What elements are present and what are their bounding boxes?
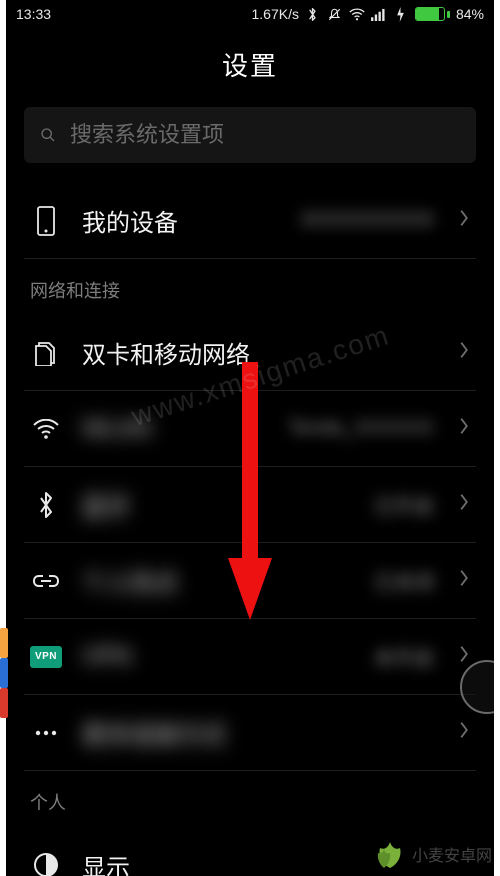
edge-decoration bbox=[0, 688, 8, 718]
row-label: 显示 bbox=[82, 848, 130, 876]
dnd-icon bbox=[327, 6, 343, 22]
section-personal-label: 个人 bbox=[24, 771, 476, 827]
row-bluetooth[interactable]: 蓝牙 已开启 bbox=[24, 467, 476, 543]
status-time: 13:33 bbox=[16, 6, 51, 22]
chevron-right-icon bbox=[458, 491, 470, 518]
chevron-right-icon bbox=[458, 415, 470, 442]
row-display[interactable]: 显示 bbox=[24, 827, 476, 876]
brightness-icon bbox=[30, 852, 62, 876]
page-title: 设置 bbox=[6, 28, 494, 107]
row-label: 我的设备 bbox=[82, 203, 178, 238]
wifi-icon bbox=[349, 6, 365, 22]
row-value: 未开启 bbox=[151, 642, 438, 671]
more-icon bbox=[30, 729, 62, 737]
row-value: 已关闭 bbox=[198, 566, 438, 595]
row-more-connections[interactable]: 更多连接方式 bbox=[24, 695, 476, 771]
bluetooth-icon bbox=[305, 6, 321, 22]
row-wlan[interactable]: WLAN Tenda_XXXXXX bbox=[24, 391, 476, 467]
chevron-right-icon bbox=[458, 567, 470, 594]
bluetooth-icon bbox=[30, 491, 62, 519]
battery-icon bbox=[415, 7, 450, 21]
settings-list[interactable]: 我的设备 XXXXXXXXXX 网络和连接 双卡和移动网络 WLAN Tenda… bbox=[6, 183, 494, 876]
row-value: 已开启 bbox=[150, 490, 438, 519]
row-value: XXXXXXXXXX bbox=[198, 209, 438, 232]
row-hotspot[interactable]: 个人热点 已关闭 bbox=[24, 543, 476, 619]
row-label: 更多连接方式 bbox=[82, 715, 226, 750]
row-label: 个人热点 bbox=[82, 563, 178, 598]
search-icon bbox=[40, 127, 56, 143]
row-my-device[interactable]: 我的设备 XXXXXXXXXX bbox=[24, 183, 476, 259]
edge-decoration bbox=[0, 658, 8, 688]
chevron-right-icon bbox=[458, 719, 470, 746]
settings-screen: 13:33 1.67K/s 84% 设置 bbox=[6, 0, 494, 876]
row-vpn[interactable]: VPN VPN 未开启 bbox=[24, 619, 476, 695]
status-netspeed: 1.67K/s bbox=[251, 6, 298, 22]
row-label: WLAN bbox=[82, 415, 151, 443]
row-value: Tenda_XXXXXX bbox=[171, 417, 438, 440]
row-label: 蓝牙 bbox=[82, 487, 130, 522]
phone-icon bbox=[30, 206, 62, 236]
chevron-right-icon bbox=[458, 339, 470, 366]
search-input[interactable] bbox=[70, 122, 460, 148]
status-bar: 13:33 1.67K/s 84% bbox=[6, 0, 494, 28]
vpn-icon: VPN bbox=[30, 646, 62, 668]
link-icon bbox=[30, 573, 62, 589]
chevron-right-icon bbox=[458, 207, 470, 234]
edge-decoration bbox=[0, 628, 8, 658]
section-network-label: 网络和连接 bbox=[24, 259, 476, 315]
signal-icon bbox=[371, 6, 387, 22]
sim-icon bbox=[30, 340, 62, 366]
row-label: 双卡和移动网络 bbox=[82, 335, 250, 370]
charging-icon bbox=[393, 6, 409, 22]
wifi-icon bbox=[30, 419, 62, 439]
status-battery-pct: 84% bbox=[456, 6, 484, 22]
row-label: VPN bbox=[82, 643, 131, 671]
row-dual-sim[interactable]: 双卡和移动网络 bbox=[24, 315, 476, 391]
search-bar[interactable] bbox=[24, 107, 476, 163]
